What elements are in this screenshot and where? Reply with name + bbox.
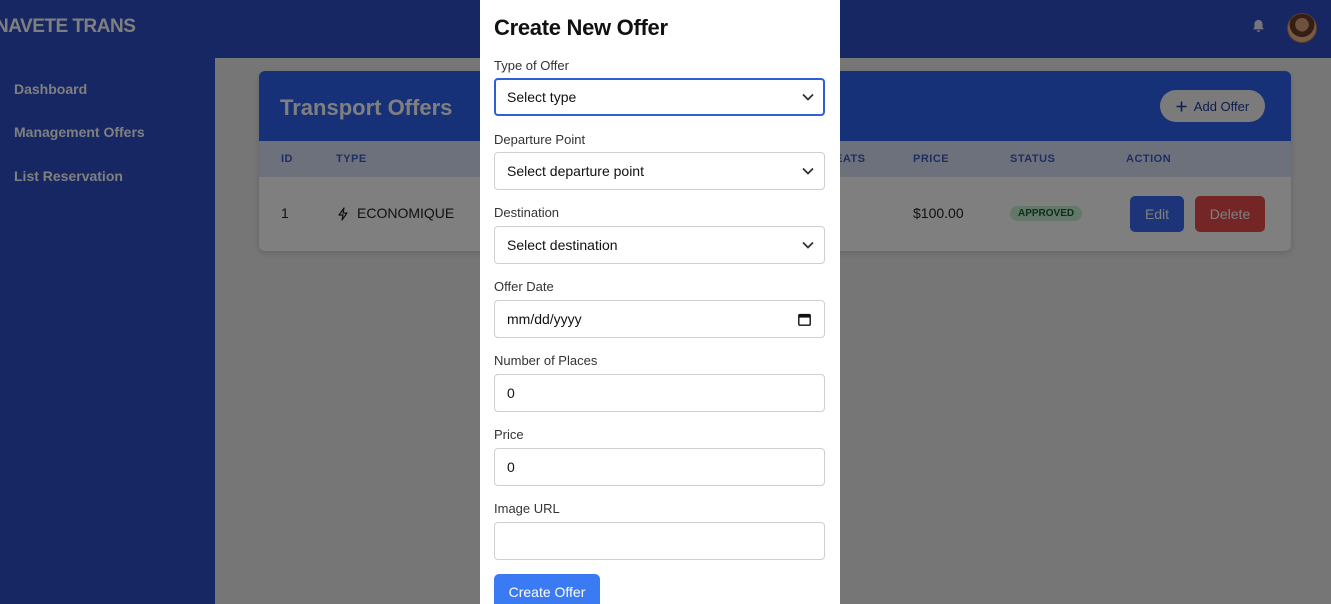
destination-value: Select destination	[507, 237, 618, 253]
create-offer-button[interactable]: Create Offer	[494, 574, 600, 604]
chevron-down-icon	[802, 93, 814, 101]
type-of-offer-select[interactable]: Select type	[494, 78, 825, 116]
price-input[interactable]: 0	[494, 448, 825, 486]
number-of-places-value: 0	[507, 385, 515, 401]
price-label: Price	[494, 427, 524, 442]
calendar-icon[interactable]	[798, 313, 811, 326]
number-of-places-label: Number of Places	[494, 353, 598, 368]
price-value: 0	[507, 459, 515, 475]
offer-date-input[interactable]: mm/dd/yyyy	[494, 300, 825, 338]
image-url-label: Image URL	[494, 501, 560, 516]
chevron-down-icon	[802, 167, 814, 175]
chevron-down-icon	[802, 241, 814, 249]
create-offer-modal: Create New Offer Type of Offer Select ty…	[480, 0, 840, 604]
offer-date-label: Offer Date	[494, 279, 554, 294]
departure-point-label: Departure Point	[494, 132, 586, 147]
number-of-places-input[interactable]: 0	[494, 374, 825, 412]
destination-select[interactable]: Select destination	[494, 226, 825, 264]
type-of-offer-label: Type of Offer	[494, 58, 569, 73]
departure-point-select[interactable]: Select departure point	[494, 152, 825, 190]
type-of-offer-value: Select type	[507, 89, 577, 105]
offer-date-value: mm/dd/yyyy	[507, 311, 582, 327]
modal-title: Create New Offer	[494, 15, 668, 40]
destination-label: Destination	[494, 205, 560, 220]
departure-point-value: Select departure point	[507, 163, 644, 179]
image-url-input[interactable]	[494, 522, 825, 560]
